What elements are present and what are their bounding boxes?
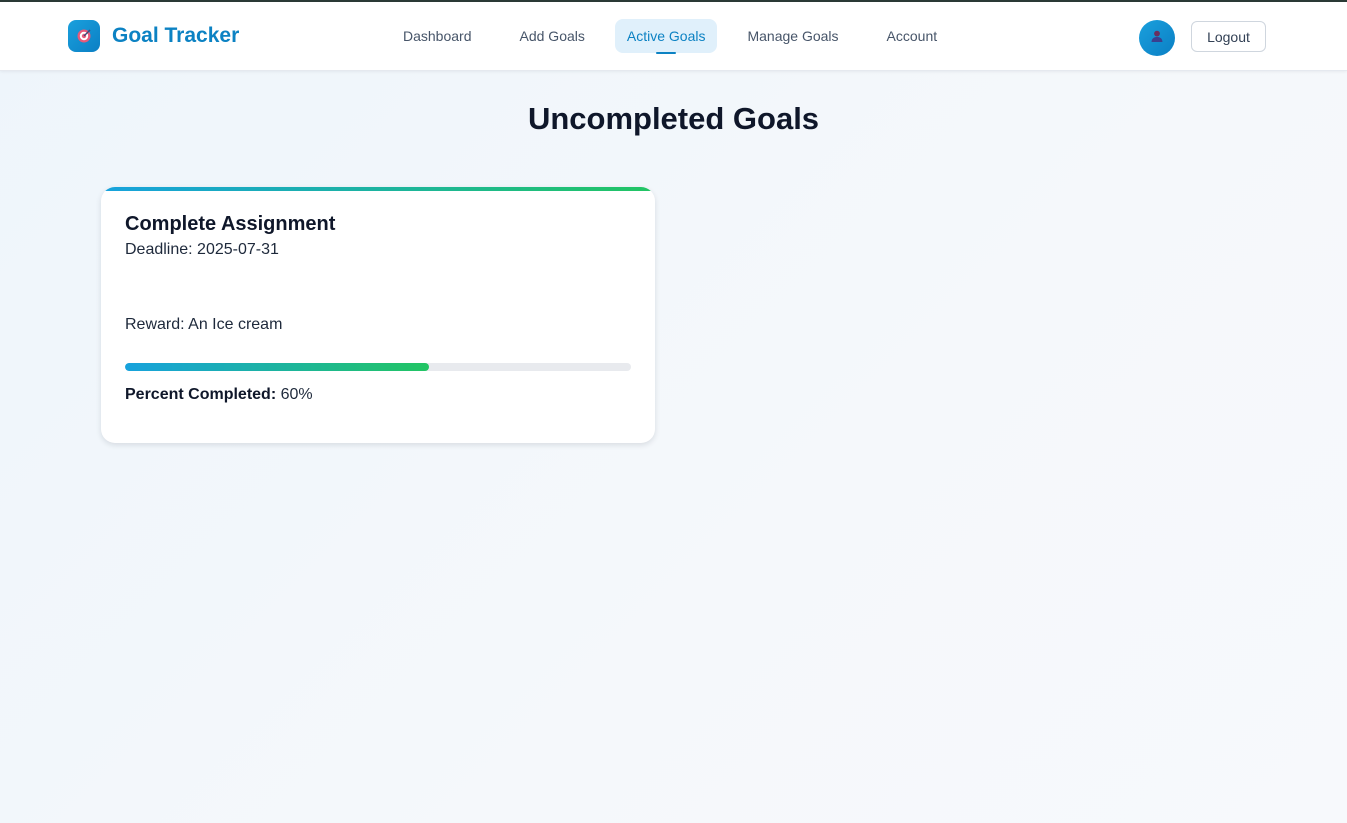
goal-title: Complete Assignment [125, 213, 336, 235]
nav-active-goals[interactable]: Active Goals [614, 19, 718, 54]
nav-dashboard[interactable]: Dashboard [385, 19, 490, 53]
app-title: Goal Tracker [112, 24, 240, 47]
goal-card: Complete Assignment Deadline: 2025-07-31… [101, 187, 655, 443]
target-icon [68, 20, 100, 52]
nav-add-goals[interactable]: Add Goals [502, 19, 603, 53]
goal-percent-value: 60% [280, 386, 313, 403]
goal-deadline: Deadline: 2025-07-31 [125, 241, 279, 258]
main-nav: Dashboard Add Goals Active Goals Manage … [385, 19, 967, 54]
user-icon [1150, 29, 1164, 48]
top-navbar: Goal Tracker Dashboard Add Goals Active … [0, 2, 1347, 71]
user-avatar[interactable] [1139, 20, 1175, 56]
nav-account[interactable]: Account [869, 19, 956, 53]
page-title: Uncompleted Goals [527, 101, 820, 136]
goal-reward: Reward: An Ice cream [125, 316, 283, 333]
brand[interactable]: Goal Tracker [68, 20, 239, 52]
goal-percent-label: Percent Completed: [125, 386, 277, 403]
nav-manage-goals[interactable]: Manage Goals [729, 19, 856, 53]
goal-percent: Percent Completed: 60% [125, 386, 313, 404]
logout-button[interactable]: Logout [1191, 21, 1266, 52]
goal-progress-fill [125, 363, 429, 371]
goal-card-accent-bar [101, 187, 655, 191]
goal-progress-bar [125, 363, 631, 371]
